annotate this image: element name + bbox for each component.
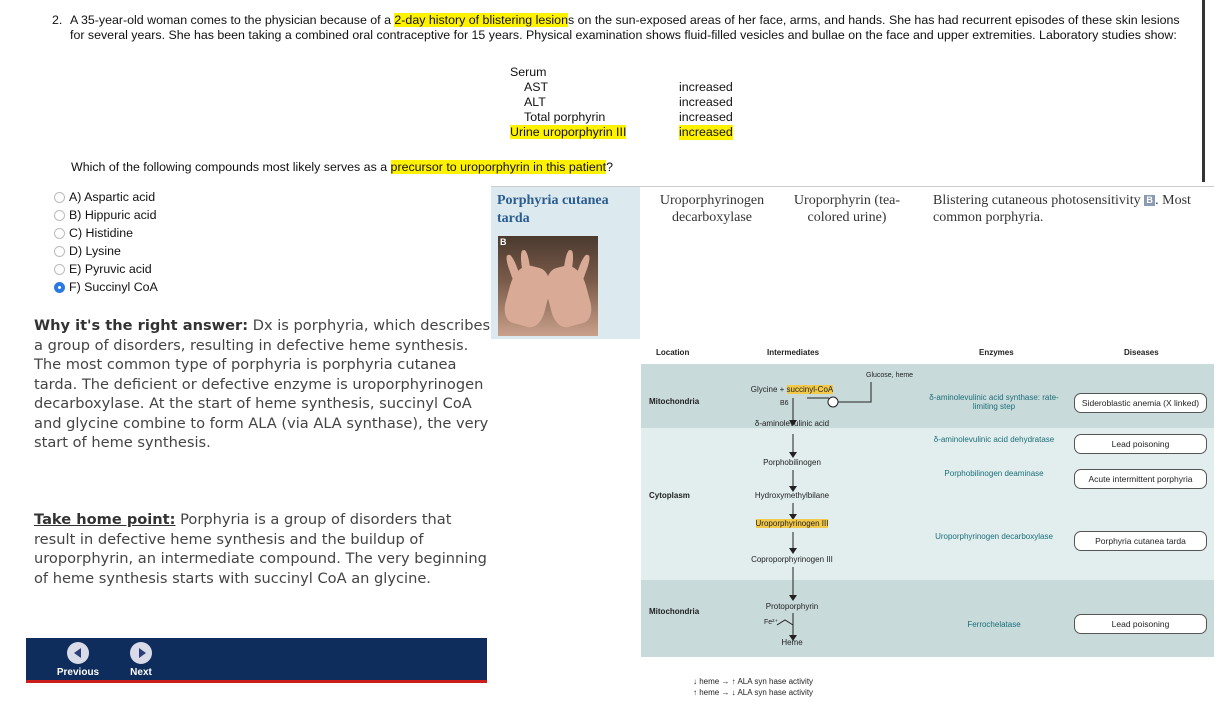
b6-label: B6	[780, 400, 789, 407]
lab-value-highlight: increased	[679, 125, 733, 140]
option-e[interactable]: E) Pyruvic acid	[54, 260, 158, 278]
question-prompt: Which of the following compounds most li…	[71, 160, 613, 174]
explanation-home-point: Take home point: Porphyria is a group of…	[34, 510, 494, 588]
porphyria-cell: Porphyria cutanea tarda B	[491, 187, 640, 339]
disease-porphyria-cutanea-tarda: Porphyria cutanea tarda	[1074, 531, 1207, 551]
why-text: Dx is porphyria, which describes a group…	[34, 317, 491, 451]
lab-name: AST	[524, 80, 549, 94]
header-diseases: Diseases	[1124, 348, 1159, 357]
footnote-line-2: ↑ heme → ↓ ALA syn hase activity	[693, 688, 814, 697]
lab-name-highlight: Urine uroporphyrin III	[510, 125, 627, 139]
option-label: F) Succinyl CoA	[69, 280, 158, 294]
intermediate-uroporphyrinogen: Uroporphyrinogen III	[733, 519, 851, 528]
uroporphyrinogen-highlight: Uroporphyrinogen III	[755, 519, 829, 528]
intermediate-ala: δ-aminolevulinic acid	[754, 419, 830, 428]
location-mitochondria: Mitochondria	[649, 397, 700, 406]
glucose-heme-label: Glucose, heme	[866, 372, 914, 379]
option-b[interactable]: B) Hippuric acid	[54, 206, 158, 224]
previous-label: Previous	[56, 667, 100, 678]
header-location: Location	[656, 348, 690, 357]
lab-value: increased	[679, 95, 733, 109]
succinyl-coa-highlight: succinyl-CoA	[786, 385, 834, 394]
description-text: Blistering cutaneous photosensitivity	[933, 193, 1145, 208]
option-label: B) Hippuric acid	[69, 208, 157, 222]
figure-b-badge: B	[1144, 195, 1156, 206]
disease-sideroblastic-anemia: Sideroblastic anemia (X linked)	[1074, 393, 1207, 413]
location-cytoplasm: Cytoplasm	[649, 491, 690, 500]
navigation-bar: Previous Next	[26, 638, 487, 683]
disease-acute-intermittent-porphyria: Acute intermittent porphyria	[1074, 469, 1207, 489]
prompt-pre: Which of the following compounds most li…	[71, 160, 391, 174]
hands-photo: B	[498, 236, 598, 336]
lab-name: ALT	[524, 95, 546, 109]
next-button[interactable]: Next	[116, 642, 166, 678]
radio-a[interactable]	[54, 191, 65, 203]
photo-label: B	[500, 237, 507, 247]
enzyme-ala-synthase: δ-aminolevulinic acid synthase: rate-lim…	[929, 393, 1059, 411]
question-number: 2.	[52, 13, 63, 27]
description-cell: Blistering cutaneous photosensitivity B.…	[933, 192, 1208, 226]
porphyria-title: Porphyria cutanea tarda	[497, 193, 609, 226]
option-d[interactable]: D) Lysine	[54, 242, 158, 260]
disease-lead-poisoning: Lead poisoning	[1074, 434, 1207, 454]
option-label: C) Histidine	[69, 226, 134, 240]
enzyme-ala-dehydratase: δ-aminolevulinic acid dehydratase	[933, 435, 1055, 444]
substrate-cell: Uroporphyrin (tea-colored urine)	[793, 193, 901, 225]
enzyme-ferrochelatase: Ferrochelatase	[967, 620, 1021, 629]
heme-synthesis-diagram: Location Intermediates Enzymes Diseases …	[641, 342, 1214, 702]
intermediate-heme: Heme	[781, 638, 803, 647]
radio-e[interactable]	[54, 263, 65, 275]
lab-serum-label: Serum	[510, 65, 547, 79]
footnote-line-1: ↓ heme → ↑ ALA syn hase activity	[693, 677, 814, 686]
footnote: ↓ heme → ↑ ALA syn hase activity ↑ heme …	[693, 676, 813, 698]
iron-label: Fe²⁺	[764, 619, 779, 626]
intermediate-coproporphyrinogen: Coproporphyrinogen III	[751, 555, 833, 564]
option-c[interactable]: C) Histidine	[54, 224, 158, 242]
disease-lead-poisoning-2: Lead poisoning	[1074, 614, 1207, 634]
location-mitochondria-2: Mitochondria	[649, 607, 700, 616]
enzyme-urod: Uroporphyrinogen decarboxylase	[935, 532, 1053, 541]
highlight-blistering: 2-day history of blistering lesion	[394, 13, 568, 27]
enzyme-cell: Uroporphyrinogen decarboxylase	[659, 193, 765, 225]
option-a[interactable]: A) Aspartic acid	[54, 188, 158, 206]
question-stem: 2. A 35-year-old woman comes to the phys…	[52, 13, 1192, 43]
next-arrow-icon	[130, 642, 152, 664]
porphyria-table-image: Porphyria cutanea tarda B Uroporphyrinog…	[491, 186, 1214, 339]
intermediate-glycine: Glycine + succinyl-CoA	[733, 385, 851, 394]
radio-c[interactable]	[54, 227, 65, 239]
question-intro: A 35-year-old woman comes to the physici…	[70, 13, 395, 27]
previous-arrow-icon	[67, 642, 89, 664]
header-enzymes: Enzymes	[979, 348, 1014, 357]
option-f[interactable]: F) Succinyl CoA	[54, 278, 158, 296]
explanation-why: Why it's the right answer: Dx is porphyr…	[34, 316, 494, 453]
option-label: E) Pyruvic acid	[69, 262, 152, 276]
previous-button[interactable]: Previous	[53, 642, 103, 678]
answer-options: A) Aspartic acid B) Hippuric acid C) His…	[54, 188, 158, 296]
prompt-post: ?	[606, 160, 614, 174]
radio-b[interactable]	[54, 209, 65, 221]
option-label: D) Lysine	[69, 244, 121, 258]
header-intermediates: Intermediates	[767, 348, 820, 357]
why-heading: Why it's the right answer:	[34, 317, 249, 334]
lab-value: increased	[679, 80, 733, 94]
prompt-highlight: precursor to uroporphyrin in this patien…	[390, 160, 607, 174]
radio-d[interactable]	[54, 245, 65, 257]
question-text: A 35-year-old woman comes to the physici…	[70, 13, 1192, 43]
divider-line	[1202, 0, 1205, 182]
enzyme-pbg-deaminase: Porphobilinogen deaminase	[944, 469, 1044, 478]
glycine-label: Glycine +	[750, 385, 787, 394]
intermediate-protoporphyrin: Protoporphyrin	[765, 602, 819, 611]
intermediate-hydroxymethylbilane: Hydroxymethylbilane	[754, 491, 830, 500]
home-heading: Take home point:	[34, 511, 176, 528]
lab-value: increased	[679, 110, 733, 124]
radio-f-selected[interactable]	[54, 281, 65, 293]
intermediate-porphobilinogen: Porphobilinogen	[763, 458, 821, 467]
option-label: A) Aspartic acid	[69, 190, 156, 204]
next-label: Next	[130, 667, 152, 678]
lab-name: Total porphyrin	[524, 110, 606, 124]
